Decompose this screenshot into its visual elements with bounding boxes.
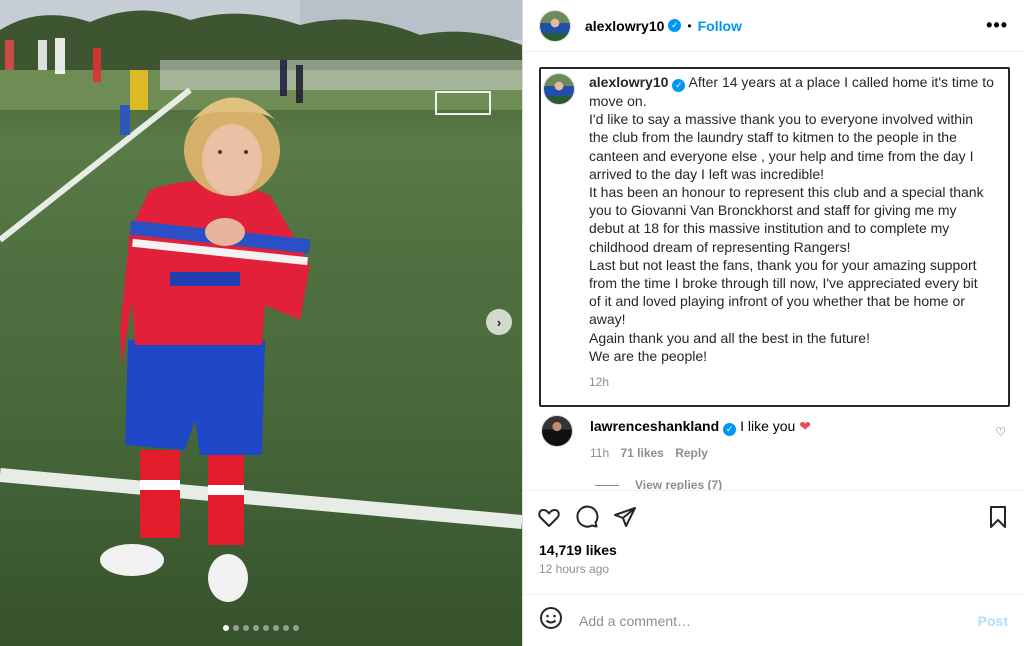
verified-icon: ✓: [668, 19, 682, 32]
like-comment-icon[interactable]: ♡: [995, 425, 1006, 439]
comment-likes[interactable]: 71 likes: [620, 446, 663, 460]
post-header: alexlowry10 ✓ • Follow •••: [523, 0, 1024, 52]
caption-line: After 14 years at a place I called home …: [688, 74, 994, 90]
comment-body: lawrenceshankland ✓ I like you ❤ 11h 71 l…: [590, 417, 811, 462]
caption-line: arrived to the day I left was incredible…: [589, 165, 825, 182]
caption-line: We are the people!: [589, 347, 708, 364]
bookmark-icon[interactable]: [986, 505, 1010, 529]
post-comment-button[interactable]: Post: [978, 613, 1008, 629]
reply-button[interactable]: Reply: [675, 446, 708, 460]
caption-line: Again thank you and all the best in the …: [589, 329, 870, 346]
caption-line: from the time I broke through till now, …: [589, 275, 978, 292]
carousel-dot: [253, 625, 259, 631]
next-photo-button[interactable]: ›: [486, 309, 512, 335]
emoji-icon[interactable]: [539, 606, 563, 635]
caption-line: you to Giovanni Van Bronckhorst and staf…: [589, 202, 957, 219]
caption-line: It has been an honour to represent this …: [589, 184, 984, 201]
share-icon[interactable]: [613, 505, 637, 529]
caption-line: away!: [589, 311, 626, 328]
post-dialog: › alexlowry10 ✓ • Follow ••• alexlowry10…: [0, 0, 1024, 646]
chevron-right-icon: ›: [496, 314, 502, 330]
comment-meta: 11h 71 likes Reply: [590, 444, 811, 462]
likes-count[interactable]: 14,719 likes: [523, 542, 1024, 558]
caption-line: move on.: [589, 93, 647, 109]
comment-input[interactable]: Add a comment…: [579, 613, 691, 629]
comment-text: I like you: [740, 418, 796, 435]
caption-body: alexlowry10 ✓ After 14 years at a place I…: [589, 73, 994, 391]
action-bar: [523, 490, 1024, 542]
carousel-indicator: [0, 625, 522, 631]
carousel-dot: [233, 625, 239, 631]
caption-avatar[interactable]: [543, 73, 575, 105]
carousel-dot: [263, 625, 269, 631]
commenter-avatar[interactable]: [541, 415, 573, 448]
author-username[interactable]: alexlowry10: [585, 18, 664, 34]
verified-icon: ✓: [723, 423, 737, 437]
caption-line: debut at 18 for this massive institution…: [589, 220, 950, 237]
caption-time[interactable]: 12h: [589, 373, 994, 391]
caption-line: childhood dream of representing Rangers!: [589, 238, 851, 255]
separator-dot: •: [687, 18, 692, 33]
caption-line: canteen and everyone else , your help an…: [589, 147, 974, 164]
carousel-dot: [293, 625, 299, 631]
view-replies-label: View replies (7): [635, 478, 723, 490]
post-side-panel: alexlowry10 ✓ • Follow ••• alexlowry10 ✓ …: [522, 0, 1024, 646]
follow-button[interactable]: Follow: [698, 18, 742, 34]
caption: alexlowry10 ✓ After 14 years at a place I…: [539, 67, 1010, 408]
caption-line: the club from the laundry staff to kitme…: [589, 129, 957, 146]
author-avatar[interactable]: [539, 9, 571, 42]
post-timestamp[interactable]: 12 hours ago: [523, 558, 1024, 576]
caption-username[interactable]: alexlowry10: [589, 74, 668, 90]
view-replies-button[interactable]: View replies (7): [595, 478, 1010, 490]
commenter-username[interactable]: lawrenceshankland: [590, 418, 719, 434]
post-photo[interactable]: ›: [0, 0, 522, 646]
caption-line: I'd like to say a massive thank you to e…: [589, 111, 973, 128]
caption-first-line: alexlowry10 ✓ After 14 years at a place I…: [589, 73, 994, 92]
carousel-dot: [273, 625, 279, 631]
carousel-dot: [223, 625, 229, 631]
caption-line: Last but not least the fans, thank you f…: [589, 256, 977, 273]
carousel-dot: [283, 625, 289, 631]
photo-scene: [0, 0, 522, 602]
comment-item: lawrenceshankland ✓ I like you ❤ 11h 71 l…: [539, 415, 1010, 462]
comments-area[interactable]: alexlowry10 ✓ After 14 years at a place I…: [523, 52, 1024, 490]
comment-icon[interactable]: [575, 505, 599, 529]
heart-icon[interactable]: [537, 505, 561, 529]
red-heart-emoji-icon: ❤: [799, 418, 811, 435]
caption-line: of it and loved playing infront of you w…: [589, 293, 965, 310]
comment-time[interactable]: 11h: [590, 446, 609, 460]
verified-icon: ✓: [672, 79, 686, 92]
replies-line: [595, 484, 619, 486]
add-comment-bar: Add a comment… Post: [523, 594, 1024, 646]
more-options-icon[interactable]: •••: [986, 15, 1008, 36]
carousel-dot: [243, 625, 249, 631]
